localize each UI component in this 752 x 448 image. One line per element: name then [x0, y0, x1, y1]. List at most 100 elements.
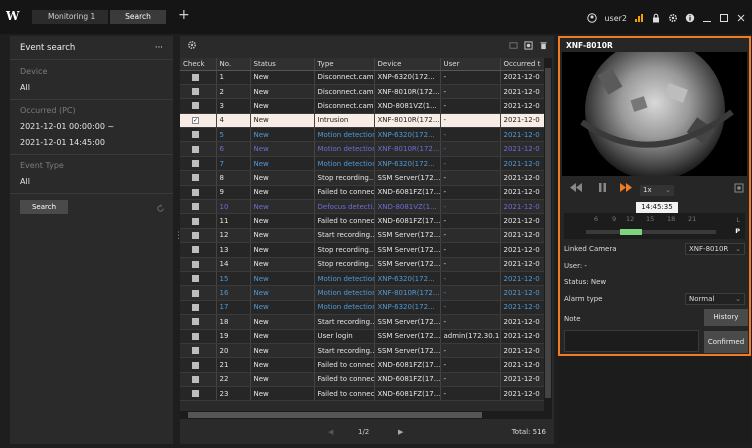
table-row[interactable]: 1 New Disconnect.cam... XNP-6320(172... -202… [180, 70, 544, 85]
fast-forward-icon[interactable] [620, 183, 632, 195]
row-checkbox[interactable] [180, 314, 217, 330]
row-checkbox[interactable] [180, 127, 217, 143]
column-header-user[interactable]: User [440, 58, 501, 71]
row-checkbox[interactable] [180, 343, 217, 359]
device-value[interactable]: All [10, 80, 173, 96]
row-checkbox[interactable] [180, 84, 217, 100]
row-checkbox[interactable] [180, 170, 217, 186]
checked-checkbox[interactable]: ✓ [192, 116, 199, 124]
column-settings-gear-icon[interactable] [187, 40, 197, 53]
horizontal-scrollbar[interactable] [180, 411, 552, 419]
checkbox[interactable] [192, 318, 199, 326]
column-header-check[interactable]: Check [180, 58, 217, 71]
checkbox[interactable] [192, 347, 199, 355]
checkbox[interactable] [192, 188, 199, 196]
checkbox[interactable] [192, 174, 199, 182]
info-icon[interactable] [685, 13, 695, 23]
occurred-from[interactable]: 2021-12-01 00:00:00 ~ [10, 119, 173, 135]
checkbox[interactable] [192, 102, 199, 110]
timeline-P-label[interactable]: P [735, 227, 740, 235]
column-header-no[interactable]: No. [216, 58, 251, 71]
export-icon[interactable] [509, 41, 518, 53]
row-checkbox[interactable] [180, 357, 217, 373]
add-tab-button[interactable]: + [178, 7, 190, 23]
table-row[interactable]: 21NewFailed to connect...XND-6081FZ(17..… [180, 357, 544, 373]
settings-gear-icon[interactable] [668, 13, 678, 23]
occurred-to[interactable]: 2021-12-01 14:45:00 [10, 135, 173, 151]
row-checkbox[interactable] [180, 271, 217, 287]
capture-icon[interactable] [524, 41, 533, 53]
table-row[interactable]: 2 New Disconnect.cam... XNF-8010R(172... -20… [180, 84, 544, 100]
table-row[interactable]: 20 New Start recording... SSM Server(172...… [180, 343, 544, 359]
table-row[interactable]: 7 New Motion detection XNP-6320(172... -2021… [180, 156, 544, 172]
row-checkbox[interactable]: ✓ [180, 113, 217, 129]
lock-icon[interactable] [651, 13, 661, 23]
checkbox[interactable] [192, 275, 199, 283]
checkbox[interactable] [192, 88, 199, 96]
maximize-icon[interactable] [719, 13, 729, 23]
table-row[interactable]: 17 New Motion detection XNP-6320(172... -202… [180, 300, 544, 316]
table-row[interactable]: 22NewFailed to connect...XND-6081FZ(17..… [180, 372, 544, 388]
snapshot-icon[interactable] [734, 183, 744, 196]
row-checkbox[interactable] [180, 300, 217, 316]
row-checkbox[interactable] [180, 285, 217, 301]
table-row[interactable]: 23NewFailed to connect...XND-6081FZ(17..… [180, 386, 544, 402]
table-row[interactable]: 5 New Motion detection XNP-6320(172... -2021… [180, 127, 544, 143]
close-icon[interactable] [736, 13, 746, 23]
linked-camera-select[interactable]: XNF-8010R ⌄ [685, 243, 745, 255]
checkbox[interactable] [192, 289, 199, 297]
checkbox[interactable] [192, 260, 199, 268]
row-checkbox[interactable] [180, 329, 217, 344]
column-header-type[interactable]: Type [314, 58, 375, 71]
checkbox[interactable] [192, 145, 199, 153]
checkbox[interactable] [192, 303, 199, 311]
event-type-value[interactable]: All [10, 174, 173, 190]
more-menu-icon[interactable]: ··· [155, 43, 163, 53]
table-row[interactable]: 3 New Disconnect.cam... XND-8081VZ(1... -202… [180, 98, 544, 114]
row-checkbox[interactable] [180, 199, 217, 215]
user-icon[interactable] [587, 13, 598, 23]
tab-search[interactable]: Search [110, 10, 166, 24]
row-checkbox[interactable] [180, 70, 217, 85]
checkbox[interactable] [192, 231, 199, 239]
checkbox[interactable] [192, 375, 199, 383]
table-row[interactable]: 6 New Motion detection XNF-8010R(172... -202… [180, 141, 544, 157]
checkbox[interactable] [192, 246, 199, 254]
table-row[interactable]: 18 New Start recording... SSM Server(172...… [180, 314, 544, 330]
table-row[interactable]: 9NewFailed to connect...XND-6081FZ(17...… [180, 185, 544, 201]
username[interactable]: user2 [604, 14, 627, 23]
row-checkbox[interactable] [180, 213, 217, 229]
timeline-L-label[interactable]: L [736, 216, 740, 224]
column-header-occurred[interactable]: Occurred t [500, 58, 544, 71]
history-button[interactable]: History [704, 309, 748, 326]
alarm-type-select[interactable]: Normal ⌄ [685, 293, 745, 305]
row-checkbox[interactable] [180, 228, 217, 244]
row-checkbox[interactable] [180, 242, 217, 258]
table-row[interactable]: 14 New Stop recording... SSM Server(172... -… [180, 257, 544, 272]
checkbox[interactable] [192, 203, 199, 211]
vertical-scrollbar[interactable] [544, 58, 552, 411]
playback-timeline[interactable]: 6 9 12 15 18 21 L P [564, 213, 745, 239]
confirmed-button[interactable]: Confirmed [704, 331, 748, 353]
checkbox[interactable] [192, 361, 199, 369]
checkbox[interactable] [192, 390, 199, 398]
note-input[interactable] [564, 330, 699, 352]
row-checkbox[interactable] [180, 156, 217, 172]
table-row[interactable]: 16 New Motion detection XNF-8010R(172... -20… [180, 285, 544, 301]
camera-video-view[interactable] [562, 52, 747, 176]
column-header-status[interactable]: Status [250, 58, 315, 71]
timeline-track[interactable] [586, 230, 716, 234]
minimize-icon[interactable] [702, 13, 712, 23]
prev-page-button[interactable]: ◀ [328, 428, 333, 436]
row-checkbox[interactable] [180, 257, 217, 272]
next-page-button[interactable]: ▶ [398, 428, 403, 436]
table-row[interactable]: 19 New User login SSM Server(172... admin(17… [180, 329, 544, 344]
row-checkbox[interactable] [180, 141, 217, 157]
table-row[interactable]: 8 New Stop recording... SSM Server(172... -2… [180, 170, 544, 186]
tab-monitoring-1[interactable]: Monitoring 1 [32, 10, 108, 24]
row-checkbox[interactable] [180, 386, 217, 402]
checkbox[interactable] [192, 73, 199, 81]
alert-icon[interactable] [634, 13, 644, 23]
checkbox[interactable] [192, 160, 199, 168]
checkbox[interactable] [192, 131, 199, 139]
